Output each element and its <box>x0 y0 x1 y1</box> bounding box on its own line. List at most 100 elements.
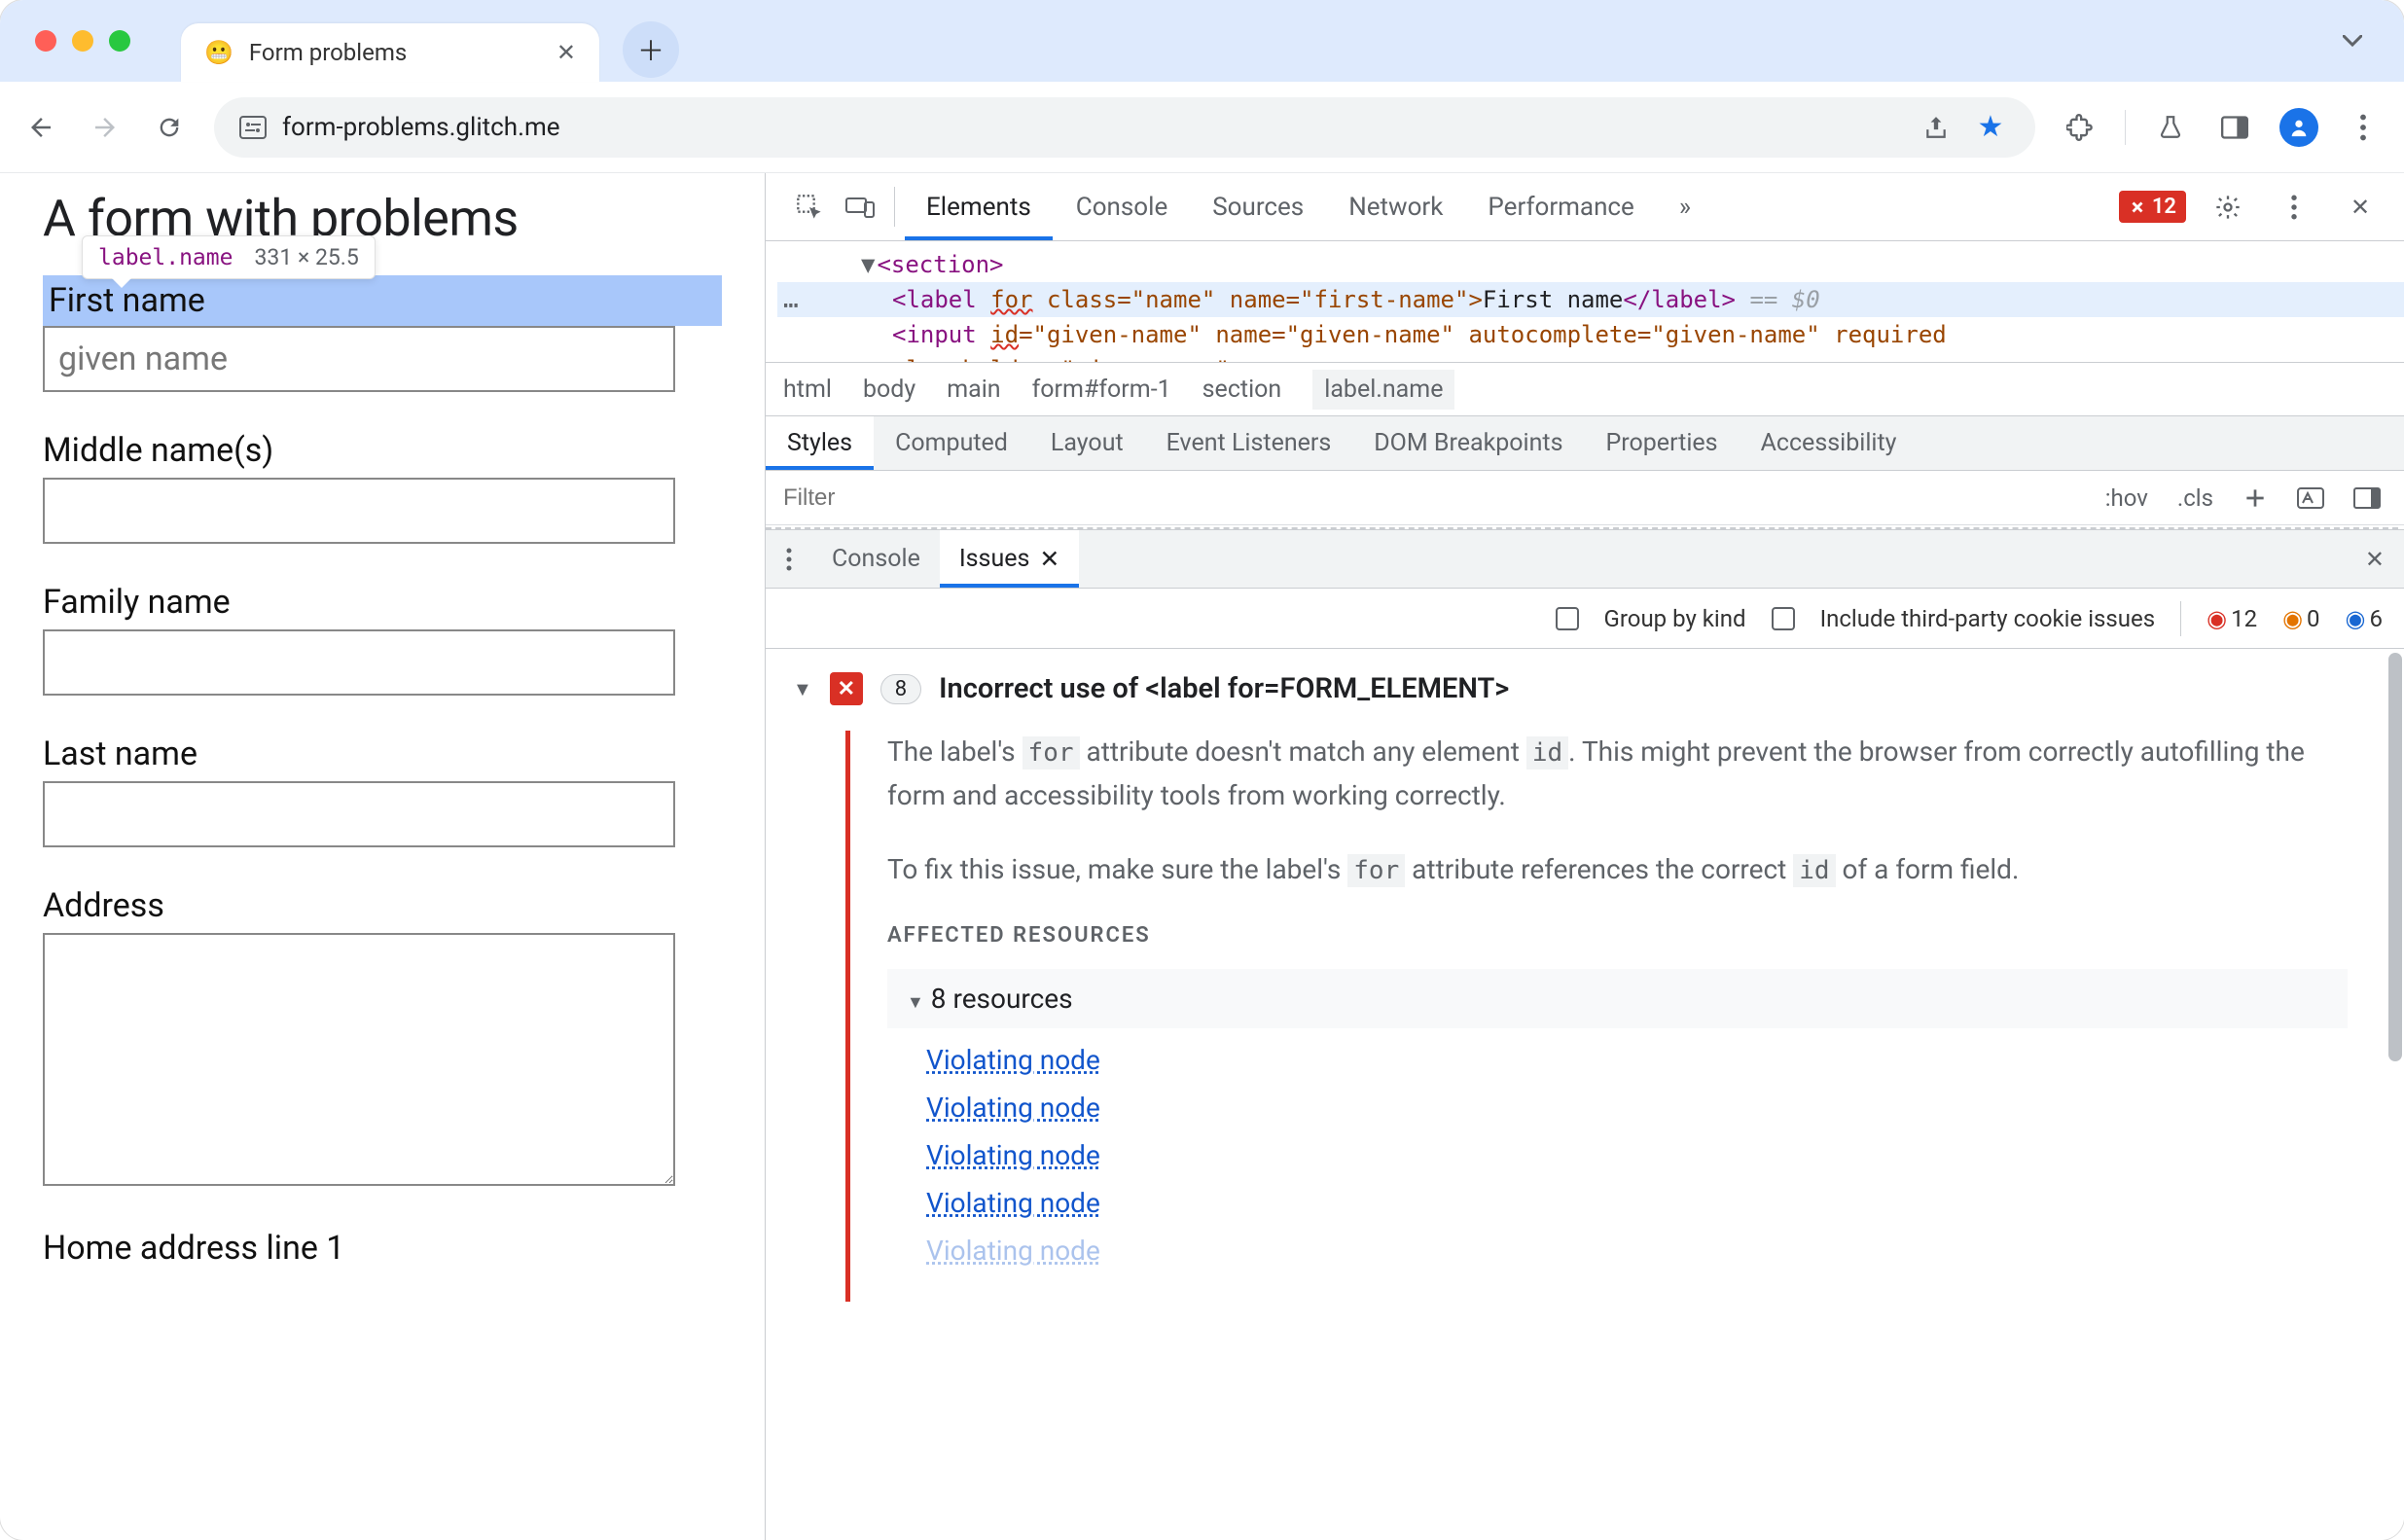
tab-elements[interactable]: Elements <box>905 173 1053 240</box>
browser-window: 😬 Form problems ✕ ＋ form-problems.glitch… <box>0 0 2404 1540</box>
cls-toggle[interactable]: .cls <box>2171 484 2219 512</box>
crumb-body[interactable]: body <box>863 376 915 404</box>
drawer-close-icon[interactable]: ✕ <box>2346 530 2404 588</box>
side-panel-icon[interactable] <box>2215 108 2254 147</box>
tab-sources[interactable]: Sources <box>1191 173 1325 240</box>
label-first-name: First name <box>43 275 722 326</box>
caret-down-icon[interactable]: ▼ <box>793 677 812 701</box>
address-bar[interactable]: form-problems.glitch.me ★ <box>214 97 2035 158</box>
subtab-event-listeners[interactable]: Event Listeners <box>1145 416 1353 470</box>
menu-icon[interactable] <box>2344 108 2383 147</box>
dom-more-icon[interactable]: ⋯ <box>783 288 801 323</box>
subtab-properties[interactable]: Properties <box>1585 416 1740 470</box>
resources-summary[interactable]: ▼ 8 resources <box>887 969 2348 1028</box>
devtools-divider <box>894 187 895 227</box>
textarea-address[interactable] <box>43 933 675 1186</box>
input-family-name[interactable] <box>43 629 675 696</box>
issues-info-count[interactable]: ◉6 <box>2346 605 2383 632</box>
label-last-name: Last name <box>43 734 722 773</box>
input-middle-names[interactable] <box>43 478 675 544</box>
forward-button[interactable] <box>86 108 125 147</box>
labs-icon[interactable] <box>2151 108 2190 147</box>
computed-panel-icon[interactable] <box>2348 487 2386 509</box>
device-toggle-icon[interactable] <box>836 173 884 240</box>
tabs-dropdown-icon[interactable] <box>2330 18 2375 63</box>
window-close-button[interactable] <box>35 30 56 52</box>
issues-toolbar: Group by kind Include third-party cookie… <box>766 589 2404 649</box>
input-first-name[interactable] <box>43 326 675 392</box>
subtab-styles[interactable]: Styles <box>766 416 874 470</box>
inspect-element-icon[interactable] <box>785 173 834 240</box>
violating-node-link[interactable]: Violating node <box>926 1139 2348 1171</box>
browser-tab[interactable]: 😬 Form problems ✕ <box>181 23 599 82</box>
issue-title: Incorrect use of <label for=FORM_ELEMENT… <box>939 672 1509 705</box>
issue-description-2: To fix this issue, make sure the label's… <box>887 848 2348 892</box>
dom-breadcrumb[interactable]: html body main form#form-1 section label… <box>766 362 2404 416</box>
subtab-computed[interactable]: Computed <box>874 416 1029 470</box>
issues-divider <box>2180 601 2181 636</box>
color-format-icon[interactable] <box>2291 487 2330 509</box>
dom-tree[interactable]: ⋯ ▼<section> <label for class="name" nam… <box>766 241 2404 362</box>
new-tab-button[interactable]: ＋ <box>623 21 679 78</box>
violating-node-link[interactable]: Violating node <box>926 1092 2348 1124</box>
crumb-html[interactable]: html <box>783 376 832 404</box>
devtools-panel: Elements Console Sources Network Perform… <box>765 173 2404 1540</box>
input-last-name[interactable] <box>43 781 675 847</box>
tab-network[interactable]: Network <box>1327 173 1464 240</box>
subtab-layout[interactable]: Layout <box>1029 416 1145 470</box>
label-third-party-cookies: Include third-party cookie issues <box>1820 605 2156 632</box>
bookmark-star-icon[interactable]: ★ <box>1971 108 2010 147</box>
devtools-drawer: Console Issues ✕ ✕ Group by kind Include… <box>766 529 2404 1540</box>
crumb-current[interactable]: label.name <box>1312 370 1454 410</box>
inspect-tooltip: label.name 331 × 25.5 <box>82 235 376 279</box>
tab-close-icon[interactable]: ✕ <box>556 39 576 66</box>
share-icon[interactable] <box>1917 108 1955 147</box>
tooltip-dimensions: 331 × 25.5 <box>254 244 358 270</box>
drawer-tab-console[interactable]: Console <box>812 530 940 588</box>
issues-list[interactable]: ▼ ✕ 8 Incorrect use of <label for=FORM_E… <box>766 649 2404 1540</box>
new-style-icon[interactable] <box>2237 485 2274 511</box>
violating-node-link[interactable]: Violating node <box>926 1044 2348 1076</box>
site-settings-icon[interactable] <box>239 116 267 139</box>
reload-button[interactable] <box>150 108 189 147</box>
scrollbar-thumb[interactable] <box>2388 653 2402 1061</box>
checkbox-third-party-cookies[interactable] <box>1772 607 1795 630</box>
resources-count-label: 8 resources <box>931 983 1073 1015</box>
page-viewport: A form with problems label.name 331 × 25… <box>0 173 765 1540</box>
profile-avatar[interactable] <box>2279 108 2318 147</box>
settings-gear-icon[interactable] <box>2204 194 2252 221</box>
crumb-form[interactable]: form#form-1 <box>1032 376 1171 404</box>
checkbox-group-by-kind[interactable] <box>1556 607 1579 630</box>
caret-down-icon[interactable]: ▼ <box>907 992 924 1013</box>
drawer-menu-icon[interactable] <box>766 530 812 588</box>
violating-node-link[interactable]: Violating node <box>926 1187 2348 1219</box>
tooltip-selector: label.name <box>98 245 233 270</box>
drawer-tab-close-icon[interactable]: ✕ <box>1039 545 1059 574</box>
drawer-tab-issues[interactable]: Issues ✕ <box>940 530 1080 588</box>
window-fullscreen-button[interactable] <box>109 30 130 52</box>
styles-filter-input[interactable] <box>783 484 2082 512</box>
window-minimize-button[interactable] <box>72 30 93 52</box>
tab-performance[interactable]: Performance <box>1466 173 1655 240</box>
issue-header[interactable]: ▼ ✕ 8 Incorrect use of <label for=FORM_E… <box>793 672 2377 705</box>
back-button[interactable] <box>21 108 60 147</box>
tab-console[interactable]: Console <box>1055 173 1189 240</box>
violating-nodes-list: Violating node Violating node Violating … <box>887 1044 2348 1267</box>
issues-warning-count[interactable]: ◉0 <box>2282 605 2319 632</box>
devtools-close-icon[interactable]: ✕ <box>2336 194 2385 221</box>
subtab-dom-breakpoints[interactable]: DOM Breakpoints <box>1352 416 1584 470</box>
hov-toggle[interactable]: :hov <box>2099 484 2154 512</box>
label-address: Address <box>43 886 722 925</box>
error-count-badge[interactable]: 12 <box>2119 191 2186 223</box>
violating-node-link[interactable]: Violating node <box>926 1235 2348 1267</box>
label-group-by-kind: Group by kind <box>1604 605 1746 632</box>
subtab-accessibility[interactable]: Accessibility <box>1740 416 1919 470</box>
issues-error-count[interactable]: ◉12 <box>2207 605 2257 632</box>
crumb-main[interactable]: main <box>947 376 1000 404</box>
drawer-tab-issues-label: Issues <box>959 545 1030 573</box>
extensions-icon[interactable] <box>2061 108 2099 147</box>
tab-overflow[interactable]: » <box>1658 173 1712 240</box>
window-controls <box>35 30 130 52</box>
crumb-section[interactable]: section <box>1202 376 1282 404</box>
devtools-menu-icon[interactable] <box>2270 195 2318 220</box>
